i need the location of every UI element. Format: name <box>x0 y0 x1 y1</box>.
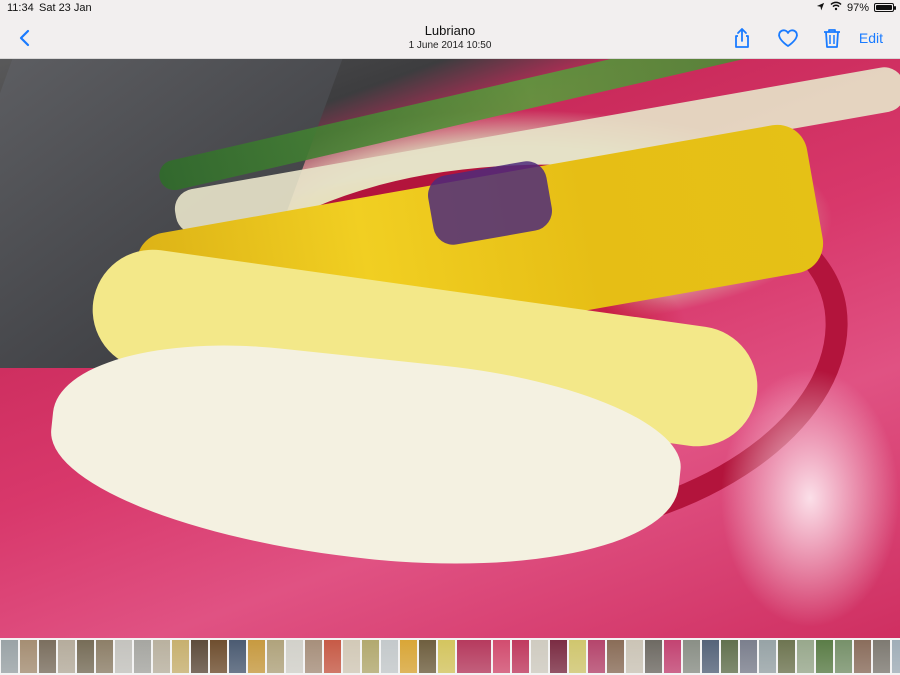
thumbnail[interactable] <box>531 640 548 673</box>
thumbnail[interactable] <box>438 640 455 673</box>
battery-percent: 97% <box>846 1 869 14</box>
photo-title: Lubriano <box>424 23 476 38</box>
delete-button[interactable] <box>820 26 844 50</box>
thumbnail-strip[interactable] <box>0 638 900 675</box>
thumbnail[interactable] <box>626 640 643 673</box>
thumbnail[interactable] <box>816 640 833 673</box>
thumbnail[interactable] <box>664 640 681 673</box>
thumbnail[interactable] <box>702 640 719 673</box>
favorite-button[interactable] <box>776 26 800 50</box>
thumbnail[interactable] <box>210 640 227 673</box>
thumbnail[interactable] <box>892 640 900 673</box>
thumbnail[interactable] <box>550 640 567 673</box>
thumbnail[interactable] <box>419 640 436 673</box>
battery-icon <box>874 3 896 12</box>
wifi-icon <box>830 1 842 14</box>
thumbnail[interactable] <box>645 640 662 673</box>
thumbnail[interactable] <box>381 640 398 673</box>
status-right-group: 97% <box>816 1 896 14</box>
thumbnail[interactable] <box>267 640 284 673</box>
thumbnail[interactable] <box>759 640 776 673</box>
thumbnail[interactable] <box>172 640 189 673</box>
location-icon <box>816 2 825 14</box>
edit-button[interactable]: Edit <box>859 30 883 46</box>
thumbnail[interactable] <box>740 640 757 673</box>
thumbnail[interactable] <box>797 640 814 673</box>
thumbnail[interactable] <box>493 640 510 673</box>
trash-icon <box>824 29 840 48</box>
thumbnail[interactable] <box>115 640 132 673</box>
thumbnail[interactable] <box>324 640 341 673</box>
photo-sunlight <box>720 368 900 628</box>
photo-datetime: 1 June 2014 10:50 <box>408 40 492 51</box>
thumbnail[interactable] <box>400 640 417 673</box>
thumbnail[interactable] <box>77 640 94 673</box>
thumbnail[interactable] <box>96 640 113 673</box>
thumbnail[interactable] <box>778 640 795 673</box>
thumbnail[interactable] <box>229 640 246 673</box>
status-time: 11:34 <box>7 2 34 14</box>
thumbnail[interactable] <box>191 640 208 673</box>
thumbnail[interactable] <box>512 640 529 673</box>
share-icon <box>735 28 749 48</box>
heart-icon <box>778 29 798 47</box>
thumbnail[interactable] <box>343 640 360 673</box>
thumbnail[interactable] <box>607 640 624 673</box>
thumbnail[interactable] <box>286 640 303 673</box>
thumbnail[interactable] <box>134 640 151 673</box>
thumbnail[interactable] <box>362 640 379 673</box>
top-bar: 11:34 Sat 23 Jan 97% Lubriano 1 June 201… <box>0 0 900 59</box>
thumbnail[interactable] <box>569 640 586 673</box>
share-button[interactable] <box>730 26 754 50</box>
thumbnail[interactable] <box>39 640 56 673</box>
thumbnail-active[interactable] <box>457 640 491 673</box>
status-date: Sat 23 Jan <box>39 2 92 14</box>
thumbnail[interactable] <box>854 640 871 673</box>
thumbnail[interactable] <box>153 640 170 673</box>
thumbnail[interactable] <box>248 640 265 673</box>
thumbnail[interactable] <box>683 640 700 673</box>
thumbnail[interactable] <box>58 640 75 673</box>
thumbnail[interactable] <box>873 640 890 673</box>
thumbnail[interactable] <box>305 640 322 673</box>
thumbnail[interactable] <box>721 640 738 673</box>
thumbnail[interactable] <box>1 640 18 673</box>
thumbnail[interactable] <box>20 640 37 673</box>
photo-view[interactable] <box>0 58 900 638</box>
thumbnail[interactable] <box>588 640 605 673</box>
thumbnail[interactable] <box>835 640 852 673</box>
